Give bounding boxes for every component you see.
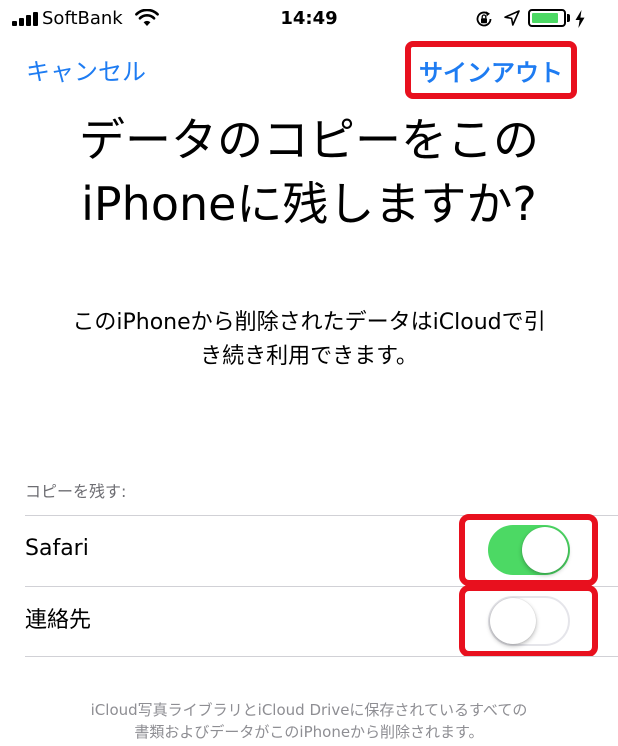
rotation-lock-icon: [476, 11, 492, 27]
copy-section-header: コピーを残す:: [25, 482, 127, 501]
title-line-2: iPhoneに残しますか?: [81, 177, 537, 231]
battery-icon: [528, 9, 566, 27]
status-time: 14:49: [280, 8, 338, 29]
toggle-knob: [522, 527, 568, 573]
footer-line-1: iCloud写真ライブラリとiCloud Driveに保存されているすべての: [90, 701, 528, 719]
footer-line-2: 書類およびデータがこのiPhoneから削除されます。: [134, 723, 484, 741]
description-line-1: このiPhoneから削除されたデータはiCloudで引: [72, 310, 546, 335]
safari-toggle[interactable]: [488, 525, 570, 575]
battery-cap: [567, 14, 570, 22]
description-text: このiPhoneから削除されたデータはiCloudで引 き続き利用できます。: [30, 306, 588, 374]
charging-bolt-icon: [575, 10, 585, 28]
toggle-knob: [490, 598, 536, 644]
contacts-row-label: 連絡先: [25, 608, 92, 633]
location-arrow-icon: [504, 10, 520, 26]
battery-level: [532, 13, 558, 23]
sign-out-button[interactable]: サインアウト: [405, 41, 577, 99]
sign-out-label: サインアウト: [419, 58, 563, 87]
title-line-1: データのコピーをこの: [79, 113, 539, 167]
cancel-button[interactable]: キャンセル: [26, 57, 146, 87]
contacts-toggle[interactable]: [488, 596, 570, 646]
footer-note: iCloud写真ライブラリとiCloud Driveに保存されているすべての 書…: [20, 699, 598, 743]
page-title: データのコピーをこの iPhoneに残しますか?: [0, 108, 618, 236]
status-bar: SoftBank 14:49: [0, 0, 618, 40]
description-line-2: き続き利用できます。: [200, 344, 418, 369]
safari-row-label: Safari: [25, 536, 89, 561]
divider: [25, 656, 618, 657]
